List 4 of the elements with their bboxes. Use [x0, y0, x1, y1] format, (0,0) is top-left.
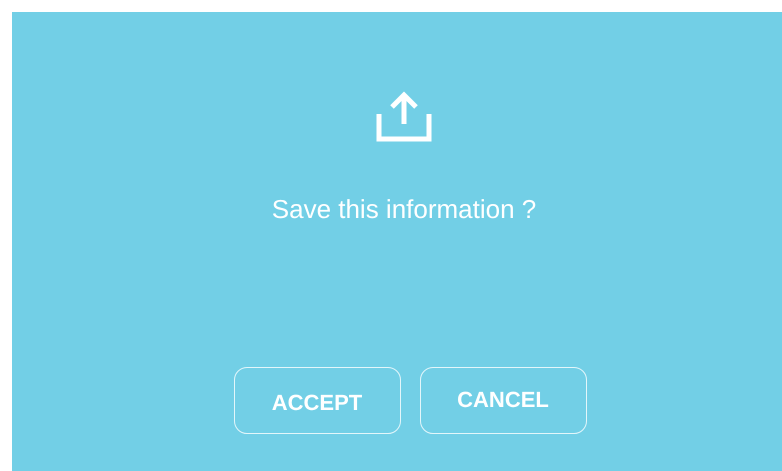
upload-icon: [376, 90, 432, 144]
accept-button[interactable]: ACCEPT: [234, 367, 400, 434]
dialog-message: Save this information ?: [272, 194, 536, 225]
cancel-button[interactable]: CANCEL: [420, 367, 586, 434]
